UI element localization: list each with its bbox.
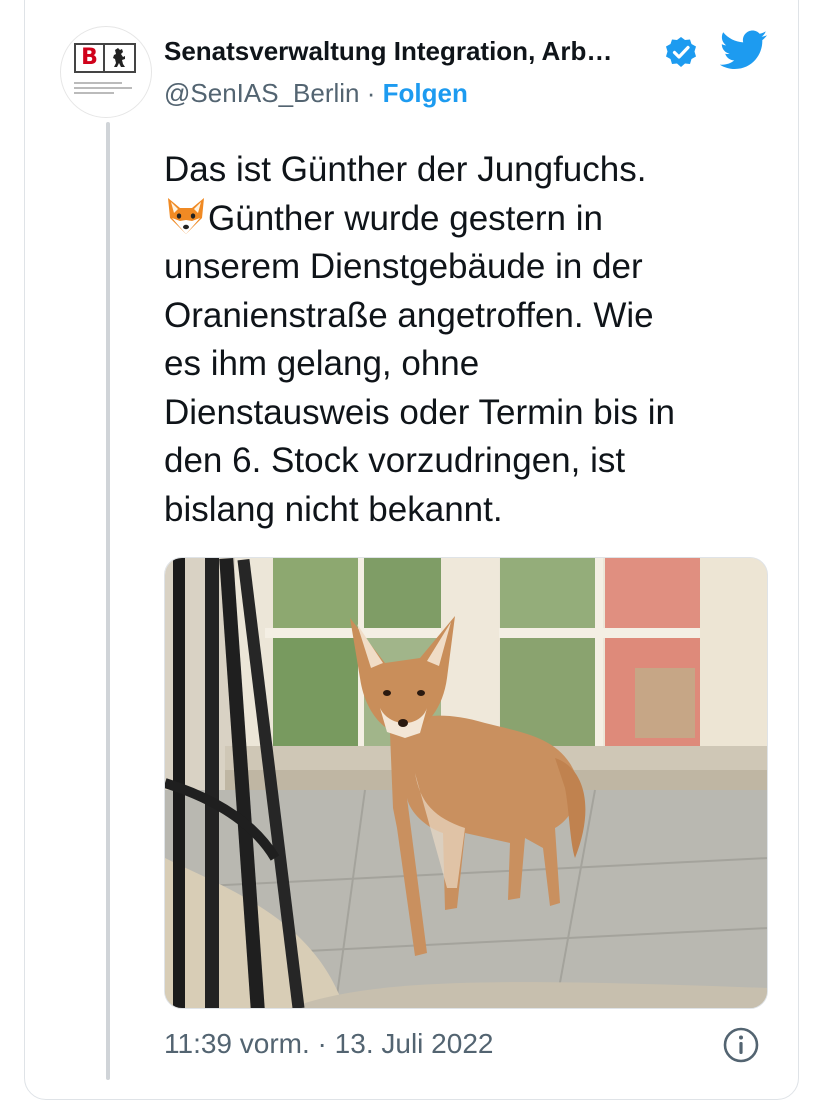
tweet-line: den 6. Stock vorzudringen, ist [164, 441, 626, 480]
tweet-line: Das ist Günther der Jungfuchs. [164, 150, 647, 189]
berlin-logo: B [74, 43, 138, 77]
tweet-line: bislang nicht bekannt. [164, 489, 503, 529]
tweet-line: Oranienstraße angetroffen. Wie [164, 295, 654, 335]
twitter-bird-icon[interactable] [719, 30, 768, 70]
tweet-time: 11:39 vorm. [164, 1028, 310, 1059]
tweet-line: unserem Dienstgebäude in der [164, 247, 643, 286]
author-name[interactable]: Senatsverwaltung Integration, Arb… [164, 36, 612, 67]
tweet-text: Das ist Günther der Jungfuchs. Günther w… [164, 146, 774, 534]
thread-line [106, 122, 110, 1080]
verified-badge-icon [665, 36, 697, 68]
tweet-line: Günther wurde gestern in [164, 195, 774, 244]
fox-face-emoji [164, 196, 208, 236]
logo-caption [74, 82, 136, 100]
timestamp-separator: · [309, 1028, 335, 1059]
info-icon[interactable] [722, 1026, 760, 1064]
author-handle[interactable]: @SenIAS_Berlin [164, 78, 360, 108]
bear-icon [105, 43, 136, 73]
tweet-date: 13. Juli 2022 [334, 1028, 494, 1059]
avatar[interactable]: B [60, 26, 152, 118]
tweet-timestamp[interactable]: 11:39 vorm. · 13. Juli 2022 [164, 1028, 493, 1060]
follow-button[interactable]: Folgen [383, 78, 468, 108]
logo-letter: B [74, 43, 105, 73]
handle-separator: · [359, 78, 383, 108]
tweet-line-text: Günther wurde gestern in [208, 198, 603, 238]
tweet-line: Dienstausweis oder Termin bis in [164, 392, 675, 432]
author-handle-row: @SenIAS_Berlin · Folgen [164, 78, 468, 109]
tweet-photo[interactable] [164, 557, 768, 1009]
tweet-line: es ihm gelang, ohne [164, 344, 480, 383]
